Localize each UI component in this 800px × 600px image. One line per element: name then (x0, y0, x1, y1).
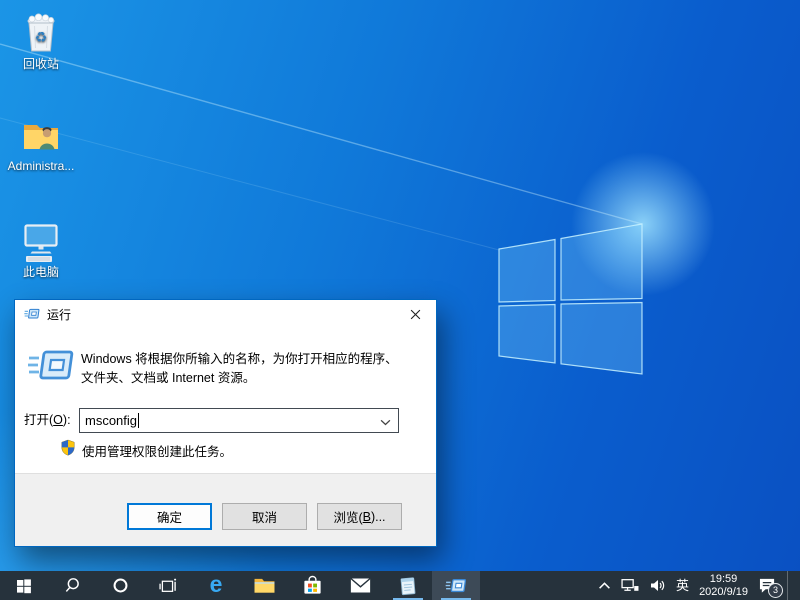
tray-time: 19:59 (709, 572, 738, 585)
volume-button[interactable] (649, 578, 666, 593)
edge-button[interactable]: e (192, 571, 240, 600)
system-tray: 英 19:59 2020/9/19 3 (598, 571, 800, 600)
desktop-icon-recycle-bin[interactable]: ♻ 回收站 (0, 8, 82, 71)
taskbar: e 英 19:59 2020/9/19 3 (0, 571, 800, 600)
dialog-footer: 确定 取消 浏览(B)... (15, 473, 436, 546)
this-pc-icon (24, 224, 58, 262)
notification-badge: 3 (768, 583, 783, 598)
text-caret (138, 413, 140, 428)
run-icon (24, 308, 40, 319)
dialog-description: Windows 将根据你所输入的名称，为你打开相应的程序、 文件夹、文档或 In… (81, 350, 421, 388)
show-desktop-button[interactable] (787, 571, 793, 600)
notepad-button[interactable] (384, 571, 432, 600)
cancel-button[interactable]: 取消 (222, 503, 307, 530)
windows-desktop: ♻ 回收站 Administra... 此电脑 运行 Windows 将根据你所… (0, 0, 800, 600)
open-field-label: 打开(O): (24, 413, 71, 427)
run-dialog-titlebar[interactable]: 运行 (15, 300, 436, 328)
file-explorer-button[interactable] (240, 571, 288, 600)
browse-button[interactable]: 浏览(B)... (317, 503, 402, 530)
combo-dropdown-button[interactable] (380, 419, 391, 426)
search-button[interactable] (48, 571, 96, 600)
mail-button[interactable] (336, 571, 384, 600)
open-input[interactable]: msconfig (79, 408, 399, 433)
desktop-icon-label: 此电脑 (22, 265, 59, 279)
chevron-down-icon (380, 419, 391, 426)
dialog-title: 运行 (47, 307, 72, 322)
network-status-button[interactable] (621, 578, 639, 593)
close-icon (410, 309, 420, 319)
search-icon (65, 578, 79, 592)
notepad-icon (400, 576, 416, 595)
open-input-value: msconfig (85, 413, 138, 428)
ok-button[interactable]: 确定 (127, 503, 212, 530)
run-dialog: 运行 Windows 将根据你所输入的名称，为你打开相应的程序、 文件夹、文档或… (14, 299, 437, 547)
ime-language-indicator[interactable]: 英 (676, 579, 689, 592)
file-explorer-icon (254, 578, 274, 593)
store-button[interactable] (288, 571, 336, 600)
store-icon (303, 575, 321, 594)
edge-icon: e (209, 571, 223, 597)
run-icon-large (28, 350, 74, 380)
run-taskbar-button[interactable] (432, 571, 480, 600)
run-icon (445, 578, 467, 592)
clock[interactable]: 19:59 2020/9/19 (699, 573, 748, 599)
chevron-up-icon (599, 582, 610, 589)
windows-start-icon (17, 578, 31, 593)
task-view-button[interactable] (144, 571, 192, 600)
start-button[interactable] (0, 571, 48, 600)
tray-date: 2020/9/19 (699, 585, 748, 598)
description-line-2: 文件夹、文档或 Internet 资源。 (81, 371, 256, 385)
admin-privileges-note: 使用管理权限创建此任务。 (82, 445, 233, 459)
task-view-icon (159, 578, 177, 592)
svg-text:♻: ♻ (35, 29, 48, 45)
close-button[interactable] (394, 300, 436, 328)
ethernet-network-icon (621, 579, 639, 591)
action-center-button[interactable]: 3 (758, 577, 783, 598)
desktop-icon-administrator[interactable]: Administra... (0, 110, 82, 173)
desktop-icon-this-pc[interactable]: 此电脑 (0, 216, 82, 279)
user-folder-icon (24, 125, 58, 150)
mail-icon (349, 577, 371, 593)
speaker-icon (651, 580, 665, 591)
cortana-button[interactable] (96, 571, 144, 600)
taskbar-buttons: e (0, 571, 480, 600)
uac-shield-icon (60, 439, 76, 456)
cortana-icon (113, 578, 127, 593)
recycle-bin-icon: ♻ (27, 13, 55, 52)
description-line-1: Windows 将根据你所输入的名称，为你打开相应的程序、 (81, 352, 398, 366)
tray-overflow-button[interactable] (598, 581, 611, 590)
desktop-icon-label: Administra... (7, 159, 75, 173)
desktop-icon-label: 回收站 (22, 57, 59, 71)
